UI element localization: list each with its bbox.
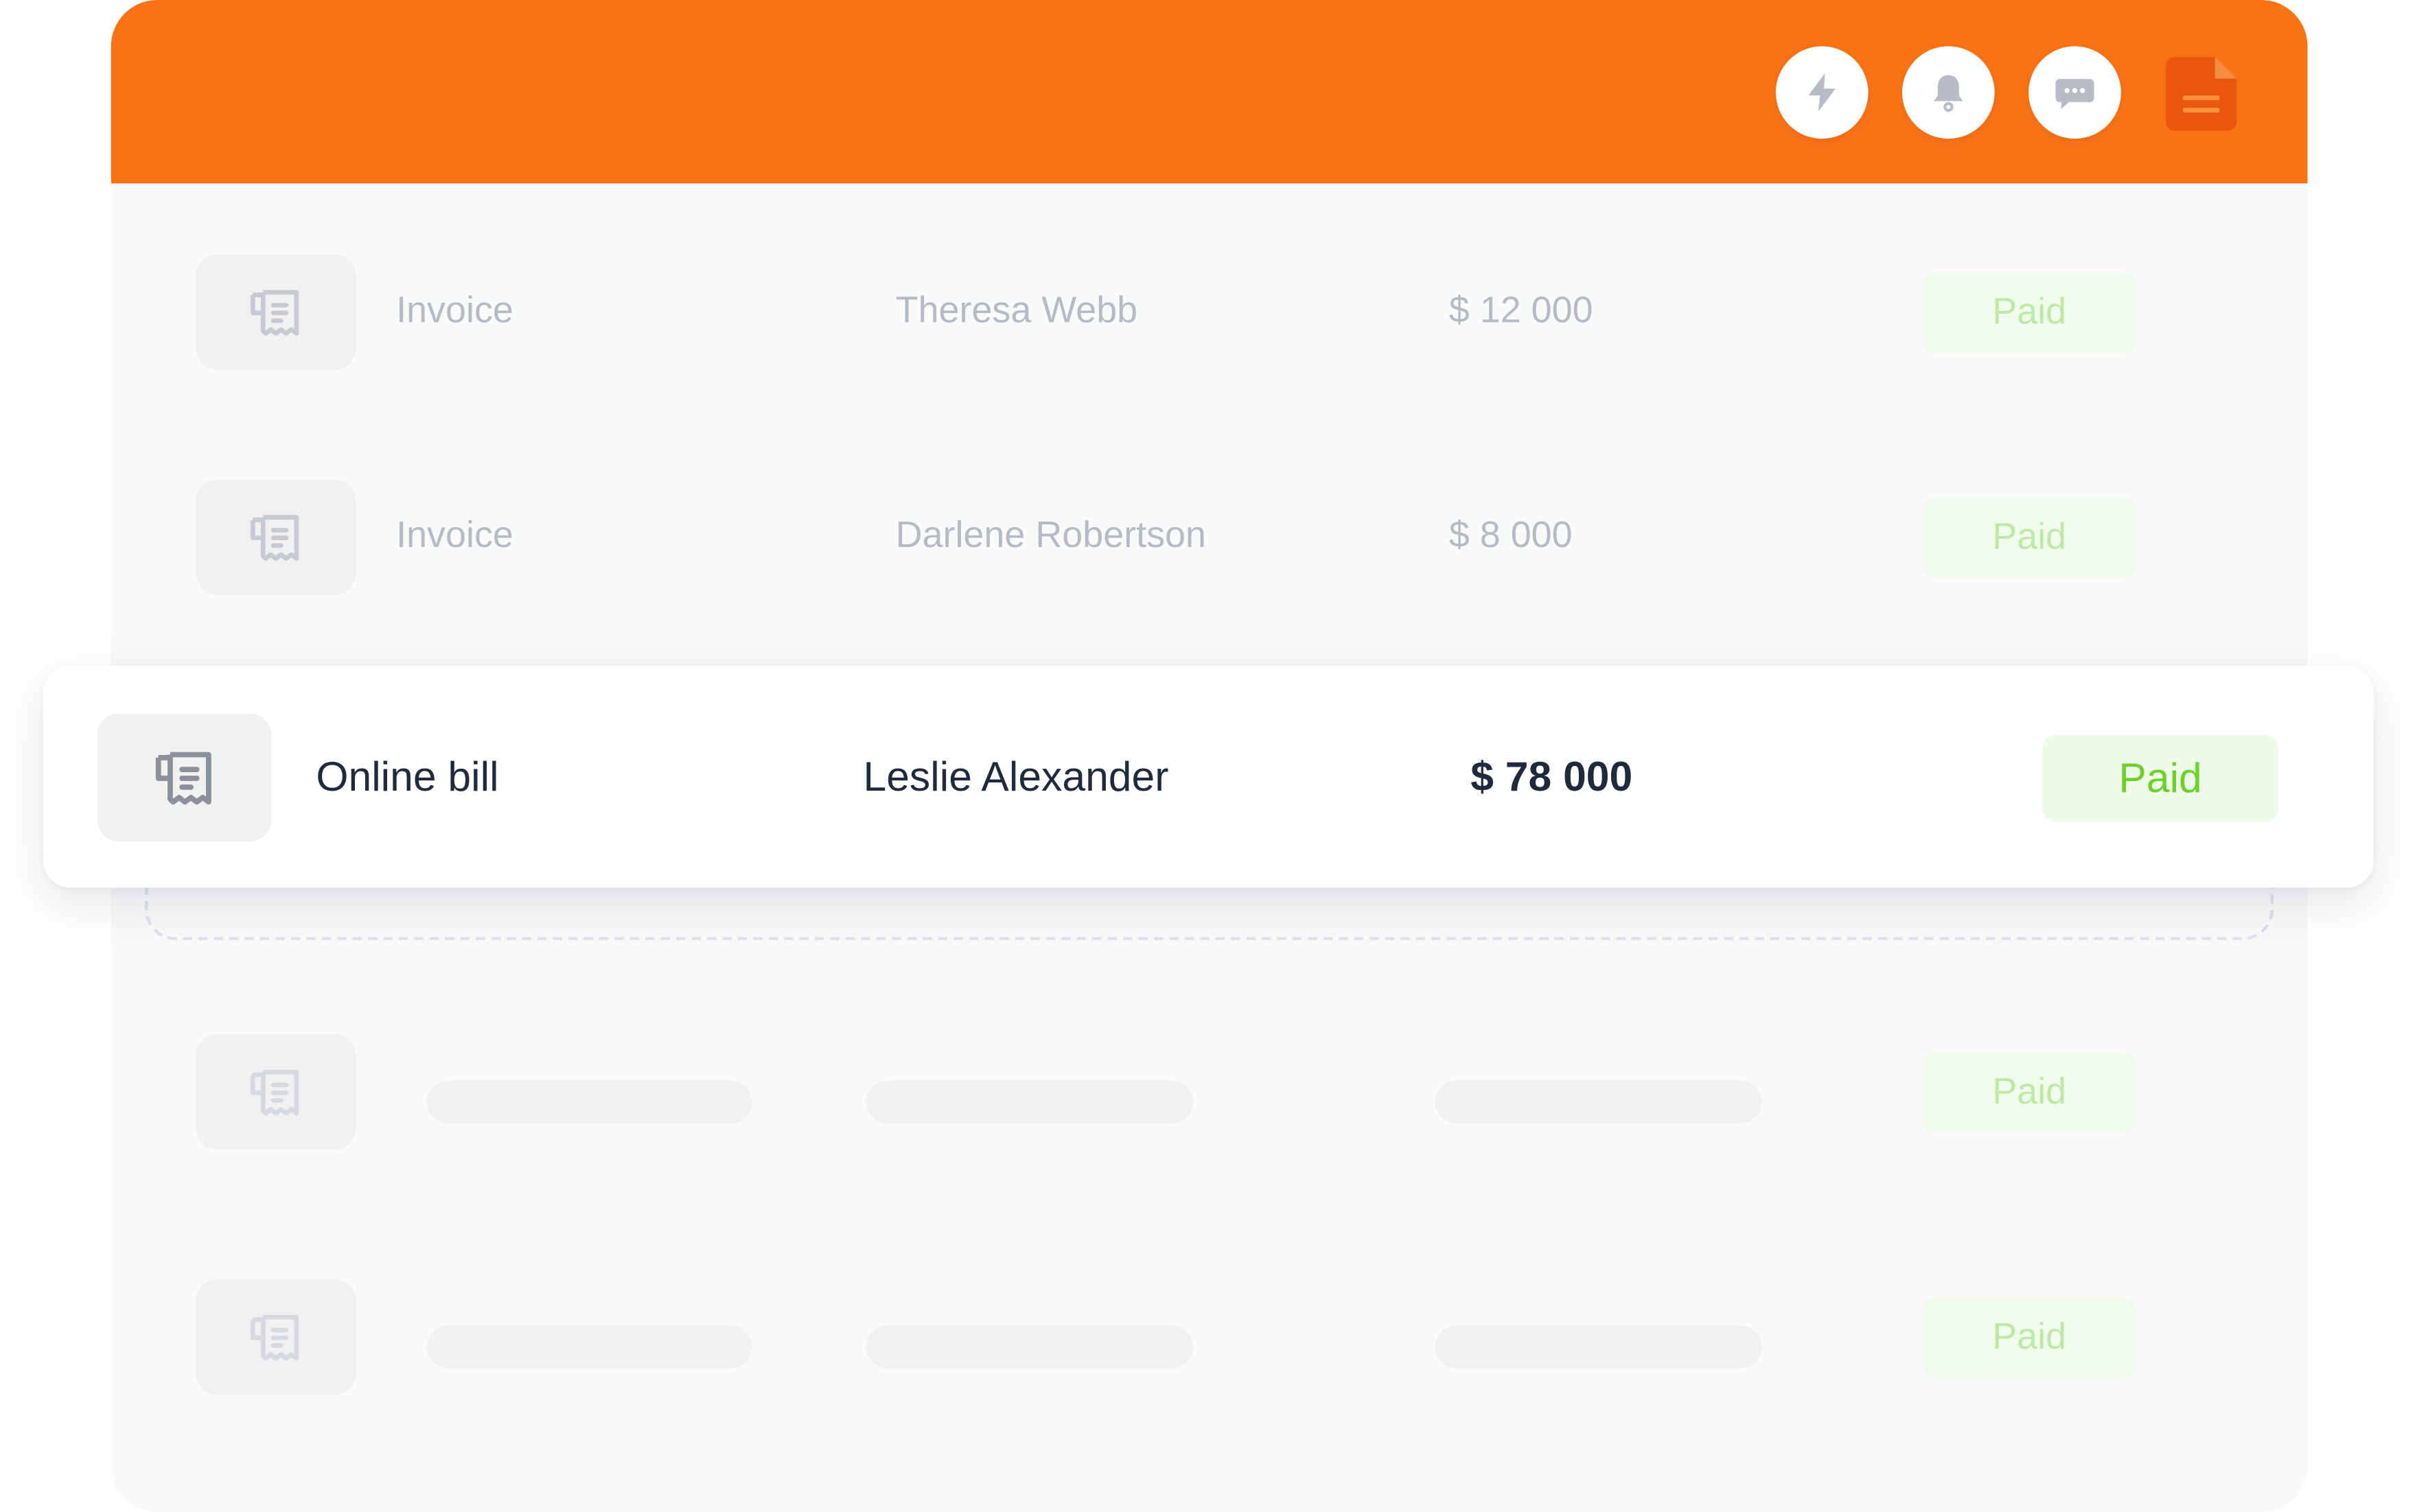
row-name: Darlene Robertson bbox=[895, 515, 1207, 557]
row-name: Theresa Webb bbox=[895, 290, 1138, 332]
receipt-thumb bbox=[196, 479, 356, 595]
row-type: Invoice bbox=[396, 290, 513, 332]
receipt-thumb bbox=[196, 254, 356, 370]
row-amount: $ 8 000 bbox=[1448, 515, 1573, 557]
receipt-icon bbox=[154, 751, 211, 804]
skeleton-amount bbox=[1435, 1325, 1762, 1369]
notifications-button[interactable] bbox=[1901, 46, 1995, 139]
receipt-thumb bbox=[97, 713, 272, 842]
status-badge: Paid bbox=[1922, 272, 2137, 353]
stage: Invoice Theresa Webb $ 12 000 Paid Invoi… bbox=[0, 0, 2417, 1512]
receipt-icon bbox=[250, 1314, 299, 1360]
skeleton-name bbox=[866, 1325, 1194, 1369]
messages-button[interactable] bbox=[2028, 46, 2121, 139]
row-type: Online bill bbox=[316, 754, 499, 800]
lightning-icon bbox=[1808, 73, 1836, 112]
status-badge: Paid bbox=[1922, 1297, 2137, 1378]
row-type: Invoice bbox=[396, 515, 513, 557]
receipt-icon bbox=[250, 289, 299, 336]
status-badge: Paid bbox=[2042, 735, 2278, 822]
table-row[interactable]: Invoice Theresa Webb $ 12 000 Paid bbox=[145, 214, 2274, 415]
skeleton-name bbox=[866, 1080, 1194, 1124]
lightning-button[interactable] bbox=[1775, 46, 1869, 139]
document-icon[interactable] bbox=[2165, 57, 2237, 131]
top-bar bbox=[111, 0, 2308, 184]
receipt-thumb bbox=[196, 1034, 356, 1150]
bell-icon bbox=[1934, 75, 1963, 112]
receipt-icon bbox=[250, 514, 299, 560]
status-badge: Paid bbox=[1922, 1052, 2137, 1133]
table-row-skeleton: Paid bbox=[145, 1239, 2274, 1440]
row-name: Leslie Alexander bbox=[863, 754, 1169, 800]
table-row-skeleton: Paid bbox=[145, 994, 2274, 1195]
skeleton-amount bbox=[1435, 1080, 1762, 1124]
skeleton-type bbox=[427, 1325, 752, 1369]
status-badge: Paid bbox=[1922, 498, 2137, 579]
selected-row[interactable]: Online bill Leslie Alexander $ 78 000 Pa… bbox=[43, 666, 2374, 888]
table-row[interactable]: Invoice Darlene Robertson $ 8 000 Paid bbox=[145, 439, 2274, 640]
chat-icon bbox=[2055, 79, 2094, 109]
receipt-icon bbox=[250, 1069, 299, 1115]
row-amount: $ 78 000 bbox=[1470, 754, 1633, 800]
row-amount: $ 12 000 bbox=[1448, 290, 1593, 332]
receipt-thumb bbox=[196, 1279, 356, 1395]
skeleton-type bbox=[427, 1080, 752, 1124]
